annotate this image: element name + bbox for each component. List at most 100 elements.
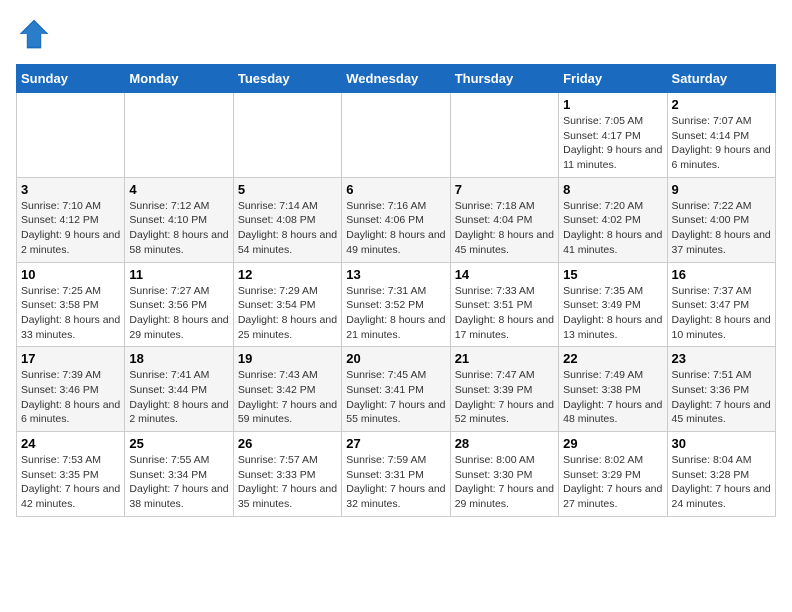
logo-icon [16, 16, 52, 52]
day-info: Sunrise: 7:59 AMSunset: 3:31 PMDaylight:… [346, 453, 445, 512]
day-cell-9: 9 Sunrise: 7:22 AMSunset: 4:00 PMDaylight… [667, 177, 775, 262]
day-info: Sunrise: 7:05 AMSunset: 4:17 PMDaylight:… [563, 114, 662, 173]
day-number: 4 [129, 182, 228, 197]
day-info: Sunrise: 7:14 AMSunset: 4:08 PMDaylight:… [238, 199, 337, 258]
week-row-2: 10 Sunrise: 7:25 AMSunset: 3:58 PMDayligh… [17, 262, 776, 347]
day-number: 3 [21, 182, 120, 197]
header-saturday: Saturday [667, 65, 775, 93]
header-tuesday: Tuesday [233, 65, 341, 93]
day-cell-15: 15 Sunrise: 7:35 AMSunset: 3:49 PMDayligh… [559, 262, 667, 347]
day-cell-17: 17Sunrise: 7:39 AMSunset: 3:46 PMDayligh… [17, 347, 125, 432]
week-row-1: 3 Sunrise: 7:10 AMSunset: 4:12 PMDaylight… [17, 177, 776, 262]
day-cell-30: 30Sunrise: 8:04 AMSunset: 3:28 PMDayligh… [667, 432, 775, 517]
week-row-4: 24 Sunrise: 7:53 AMSunset: 3:35 PMDayligh… [17, 432, 776, 517]
day-cell-14: 14Sunrise: 7:33 AMSunset: 3:51 PMDayligh… [450, 262, 558, 347]
day-info: Sunrise: 7:18 AMSunset: 4:04 PMDaylight:… [455, 199, 554, 258]
empty-cell [125, 93, 233, 178]
day-cell-13: 13 Sunrise: 7:31 AMSunset: 3:52 PMDayligh… [342, 262, 450, 347]
day-number: 25 [129, 436, 228, 451]
empty-cell [233, 93, 341, 178]
day-number: 11 [129, 267, 228, 282]
week-row-0: 1 Sunrise: 7:05 AMSunset: 4:17 PMDaylight… [17, 93, 776, 178]
day-number: 1 [563, 97, 662, 112]
day-cell-20: 20Sunrise: 7:45 AMSunset: 3:41 PMDayligh… [342, 347, 450, 432]
header-monday: Monday [125, 65, 233, 93]
day-info: Sunrise: 7:16 AMSunset: 4:06 PMDaylight:… [346, 199, 445, 258]
day-cell-6: 6 Sunrise: 7:16 AMSunset: 4:06 PMDaylight… [342, 177, 450, 262]
week-row-3: 17Sunrise: 7:39 AMSunset: 3:46 PMDayligh… [17, 347, 776, 432]
day-info: Sunrise: 7:55 AMSunset: 3:34 PMDaylight:… [129, 453, 228, 512]
day-number: 6 [346, 182, 445, 197]
day-number: 26 [238, 436, 337, 451]
day-number: 7 [455, 182, 554, 197]
day-info: Sunrise: 7:27 AMSunset: 3:56 PMDaylight:… [129, 284, 228, 343]
day-info: Sunrise: 7:51 AMSunset: 3:36 PMDaylight:… [672, 368, 771, 427]
day-cell-1: 1 Sunrise: 7:05 AMSunset: 4:17 PMDaylight… [559, 93, 667, 178]
day-cell-23: 23 Sunrise: 7:51 AMSunset: 3:36 PMDayligh… [667, 347, 775, 432]
day-cell-29: 29 Sunrise: 8:02 AMSunset: 3:29 PMDayligh… [559, 432, 667, 517]
empty-cell [450, 93, 558, 178]
day-cell-26: 26Sunrise: 7:57 AMSunset: 3:33 PMDayligh… [233, 432, 341, 517]
day-number: 27 [346, 436, 445, 451]
header-sunday: Sunday [17, 65, 125, 93]
day-info: Sunrise: 7:29 AMSunset: 3:54 PMDaylight:… [238, 284, 337, 343]
day-cell-8: 8 Sunrise: 7:20 AMSunset: 4:02 PMDaylight… [559, 177, 667, 262]
day-info: Sunrise: 7:43 AMSunset: 3:42 PMDaylight:… [238, 368, 337, 427]
day-number: 12 [238, 267, 337, 282]
day-cell-10: 10 Sunrise: 7:25 AMSunset: 3:58 PMDayligh… [17, 262, 125, 347]
day-info: Sunrise: 7:53 AMSunset: 3:35 PMDaylight:… [21, 453, 120, 512]
day-info: Sunrise: 7:47 AMSunset: 3:39 PMDaylight:… [455, 368, 554, 427]
day-number: 14 [455, 267, 554, 282]
header-friday: Friday [559, 65, 667, 93]
day-cell-24: 24 Sunrise: 7:53 AMSunset: 3:35 PMDayligh… [17, 432, 125, 517]
header [16, 16, 776, 52]
day-info: Sunrise: 7:12 AMSunset: 4:10 PMDaylight:… [129, 199, 228, 258]
day-info: Sunrise: 7:20 AMSunset: 4:02 PMDaylight:… [563, 199, 662, 258]
day-number: 29 [563, 436, 662, 451]
day-number: 2 [672, 97, 771, 112]
day-info: Sunrise: 8:00 AMSunset: 3:30 PMDaylight:… [455, 453, 554, 512]
day-info: Sunrise: 7:41 AMSunset: 3:44 PMDaylight:… [129, 368, 228, 427]
day-info: Sunrise: 7:07 AMSunset: 4:14 PMDaylight:… [672, 114, 771, 173]
day-number: 5 [238, 182, 337, 197]
day-number: 20 [346, 351, 445, 366]
day-number: 24 [21, 436, 120, 451]
day-number: 21 [455, 351, 554, 366]
day-info: Sunrise: 7:10 AMSunset: 4:12 PMDaylight:… [21, 199, 120, 258]
day-number: 15 [563, 267, 662, 282]
day-number: 19 [238, 351, 337, 366]
day-cell-12: 12 Sunrise: 7:29 AMSunset: 3:54 PMDayligh… [233, 262, 341, 347]
day-number: 13 [346, 267, 445, 282]
day-number: 9 [672, 182, 771, 197]
day-info: Sunrise: 7:25 AMSunset: 3:58 PMDaylight:… [21, 284, 120, 343]
day-number: 8 [563, 182, 662, 197]
day-cell-25: 25 Sunrise: 7:55 AMSunset: 3:34 PMDayligh… [125, 432, 233, 517]
empty-cell [342, 93, 450, 178]
day-info: Sunrise: 7:35 AMSunset: 3:49 PMDaylight:… [563, 284, 662, 343]
empty-cell [17, 93, 125, 178]
day-info: Sunrise: 7:49 AMSunset: 3:38 PMDaylight:… [563, 368, 662, 427]
header-wednesday: Wednesday [342, 65, 450, 93]
day-cell-21: 21 Sunrise: 7:47 AMSunset: 3:39 PMDayligh… [450, 347, 558, 432]
day-cell-27: 27 Sunrise: 7:59 AMSunset: 3:31 PMDayligh… [342, 432, 450, 517]
day-cell-3: 3 Sunrise: 7:10 AMSunset: 4:12 PMDaylight… [17, 177, 125, 262]
logo [16, 16, 56, 52]
day-info: Sunrise: 7:22 AMSunset: 4:00 PMDaylight:… [672, 199, 771, 258]
day-info: Sunrise: 7:37 AMSunset: 3:47 PMDaylight:… [672, 284, 771, 343]
day-info: Sunrise: 8:02 AMSunset: 3:29 PMDaylight:… [563, 453, 662, 512]
day-number: 28 [455, 436, 554, 451]
day-cell-16: 16Sunrise: 7:37 AMSunset: 3:47 PMDayligh… [667, 262, 775, 347]
day-number: 22 [563, 351, 662, 366]
day-info: Sunrise: 8:04 AMSunset: 3:28 PMDaylight:… [672, 453, 771, 512]
day-number: 10 [21, 267, 120, 282]
header-thursday: Thursday [450, 65, 558, 93]
day-number: 23 [672, 351, 771, 366]
day-number: 17 [21, 351, 120, 366]
day-number: 18 [129, 351, 228, 366]
day-cell-2: 2 Sunrise: 7:07 AMSunset: 4:14 PMDaylight… [667, 93, 775, 178]
day-info: Sunrise: 7:31 AMSunset: 3:52 PMDaylight:… [346, 284, 445, 343]
day-cell-11: 11 Sunrise: 7:27 AMSunset: 3:56 PMDayligh… [125, 262, 233, 347]
day-cell-22: 22 Sunrise: 7:49 AMSunset: 3:38 PMDayligh… [559, 347, 667, 432]
day-cell-5: 5 Sunrise: 7:14 AMSunset: 4:08 PMDaylight… [233, 177, 341, 262]
day-cell-28: 28 Sunrise: 8:00 AMSunset: 3:30 PMDayligh… [450, 432, 558, 517]
